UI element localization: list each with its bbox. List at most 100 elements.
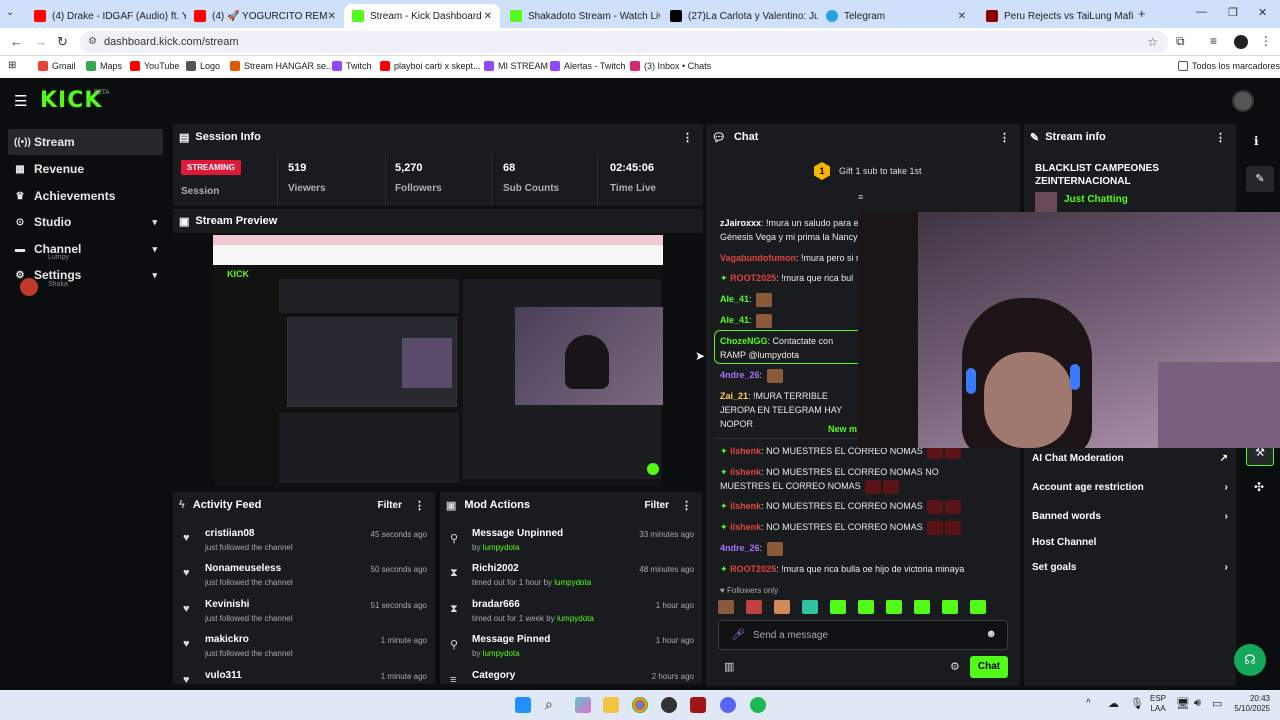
- emoji-icon[interactable]: ☻: [985, 628, 997, 640]
- mod-action-name[interactable]: Richi2002: [472, 563, 519, 574]
- chat-settings-icon[interactable]: ⚙: [950, 660, 960, 673]
- pinned-collapse-icon[interactable]: ≡: [858, 192, 863, 202]
- gift-sub-banner[interactable]: 1 Gift 1 sub to take 1st: [706, 154, 1020, 188]
- battery-icon[interactable]: ▭: [1212, 697, 1222, 710]
- emote-icon[interactable]: [746, 600, 762, 614]
- activity-username[interactable]: Nonameuseless: [205, 563, 281, 574]
- back-icon[interactable]: ←: [10, 34, 23, 49]
- app-icon[interactable]: [690, 697, 706, 713]
- site-info-icon[interactable]: ⚙: [88, 31, 97, 53]
- menu-item-ai-chat-moderation[interactable]: AI Chat Moderation ↗: [1032, 453, 1228, 464]
- activity-username[interactable]: makickro: [205, 634, 249, 645]
- nav-item-revenue[interactable]: ▦ Revenue: [8, 156, 163, 182]
- more-options-icon[interactable]: ⋮: [414, 499, 425, 512]
- copilot-icon[interactable]: [575, 697, 591, 713]
- apps-icon[interactable]: ✣: [1254, 480, 1264, 494]
- mod-action-name[interactable]: bradar666: [472, 599, 520, 610]
- nav-item-channel[interactable]: ▬ Channel ▾: [8, 236, 163, 262]
- new-tab-icon[interactable]: +: [1138, 6, 1146, 21]
- menu-icon[interactable]: ⋮: [1260, 34, 1272, 48]
- mod-user-link[interactable]: lumpydota: [483, 649, 520, 658]
- bookmark-mi-stream[interactable]: MI STREAM: [484, 61, 548, 71]
- browser-tab-5[interactable]: (27)La Carlota y Valentino: Jun✕: [662, 4, 818, 28]
- chat-username[interactable]: ilshenk: [730, 522, 761, 532]
- stream-video[interactable]: KICK: [213, 235, 663, 487]
- mod-filter-button[interactable]: Filter: [645, 500, 669, 511]
- bookmark-stream-hangar[interactable]: Stream HANGAR se...: [230, 61, 334, 71]
- menu-item-host-channel[interactable]: Host Channel: [1032, 537, 1228, 548]
- close-tab-icon[interactable]: ✕: [327, 11, 335, 22]
- activity-filter-button[interactable]: Filter: [378, 500, 402, 511]
- close-tab-icon[interactable]: ✕: [958, 11, 966, 22]
- bookmark-playboi[interactable]: playboi carti x skept...: [380, 61, 481, 71]
- info-icon[interactable]: ℹ: [1254, 134, 1259, 148]
- nav-item-stream[interactable]: ((•)) Stream: [8, 129, 163, 155]
- mod-user-link[interactable]: lumpydota: [554, 578, 591, 587]
- emote-icon[interactable]: [914, 600, 930, 614]
- emote-icon[interactable]: [774, 600, 790, 614]
- restore-icon[interactable]: ❐: [1228, 6, 1238, 19]
- more-options-icon[interactable]: ⋮: [681, 499, 692, 512]
- chat-username[interactable]: ilshenk: [730, 501, 761, 511]
- emote-icon[interactable]: [802, 600, 818, 614]
- volume-icon[interactable]: 🔊︎: [1194, 697, 1201, 710]
- apps-grid-icon[interactable]: ⊞: [8, 60, 16, 71]
- language-indicator[interactable]: ESP LAA: [1150, 694, 1166, 714]
- emote-icon[interactable]: [858, 600, 874, 614]
- spotify-icon[interactable]: [750, 697, 766, 713]
- more-options-icon[interactable]: ⋮: [682, 131, 693, 144]
- bookmark-star-icon[interactable]: ☆: [1147, 31, 1158, 53]
- menu-item-account-age[interactable]: Account age restriction ›: [1032, 482, 1228, 493]
- profile-avatar[interactable]: [1234, 35, 1248, 49]
- all-bookmarks[interactable]: Todos los marcadores: [1178, 61, 1280, 71]
- activity-username[interactable]: cristiian08: [205, 528, 254, 539]
- support-chat-icon[interactable]: ☊: [1234, 644, 1266, 676]
- chat-username[interactable]: ROOT2025: [730, 564, 776, 574]
- browser-tab-3[interactable]: Stream - Kick Dashboard ✕: [344, 4, 500, 28]
- emote-icon[interactable]: [970, 600, 986, 614]
- menu-item-set-goals[interactable]: Set goals ›: [1032, 562, 1228, 573]
- store-icon[interactable]: ▥: [724, 660, 734, 673]
- emote-icon[interactable]: [718, 600, 734, 614]
- browser-tab-2[interactable]: (4) 🚀 YOGURCITO REM ✕: [186, 4, 342, 28]
- bookmark-maps[interactable]: Maps: [86, 61, 122, 71]
- network-icon[interactable]: 🖥︎: [1176, 697, 1190, 710]
- emote-icon[interactable]: [942, 600, 958, 614]
- browser-tab-6[interactable]: Telegram ✕: [818, 4, 974, 28]
- bookmark-alertas[interactable]: Alertas - Twitch: [550, 61, 625, 71]
- emote-icon[interactable]: [830, 600, 846, 614]
- obs-icon[interactable]: [661, 697, 677, 713]
- chat-username[interactable]: ROOT2025: [730, 273, 776, 283]
- chat-input[interactable]: 🎤︎ Send a message ☻: [718, 620, 1008, 650]
- chat-username[interactable]: zJairoxxx: [720, 218, 761, 228]
- chat-username[interactable]: Zai_21: [720, 391, 748, 401]
- category-link[interactable]: Just Chatting: [1064, 194, 1128, 205]
- file-explorer-icon[interactable]: [603, 697, 619, 713]
- chat-username[interactable]: ChozeNGG: [720, 336, 768, 346]
- menu-item-banned-words[interactable]: Banned words ›: [1032, 511, 1228, 522]
- emote-icon[interactable]: [886, 600, 902, 614]
- minimize-icon[interactable]: —: [1196, 6, 1207, 18]
- media-icon[interactable]: ≡: [1210, 34, 1217, 48]
- windows-start-icon[interactable]: [515, 697, 531, 713]
- chat-username[interactable]: Vagabundofumon: [720, 253, 796, 263]
- chat-send-button[interactable]: Chat: [970, 656, 1008, 678]
- bookmark-gmail[interactable]: Gmail: [38, 61, 76, 71]
- more-options-icon[interactable]: ⋮: [999, 131, 1010, 144]
- forward-icon[interactable]: →: [34, 34, 47, 49]
- chat-username[interactable]: Ale_41: [720, 315, 749, 325]
- new-messages-indicator[interactable]: New m: [828, 424, 857, 434]
- chrome-icon[interactable]: [632, 697, 648, 713]
- bookmark-inbox[interactable]: (3) Inbox • Chats: [630, 61, 711, 71]
- close-window-icon[interactable]: ✕: [1258, 6, 1267, 19]
- tab-list-icon[interactable]: ⌄: [6, 7, 14, 18]
- edit-icon[interactable]: ✎: [1246, 166, 1274, 192]
- more-options-icon[interactable]: ⋮: [1215, 131, 1226, 144]
- chat-username[interactable]: Ale_41: [720, 294, 749, 304]
- mod-user-link[interactable]: lumpydota: [557, 614, 594, 623]
- bookmark-youtube[interactable]: YouTube: [130, 61, 179, 71]
- activity-username[interactable]: vulo311: [205, 670, 242, 681]
- browser-tab-4[interactable]: Shakadoto Stream - Watch Live✕: [502, 4, 660, 28]
- nav-item-studio[interactable]: ⊙ Studio ▾: [8, 209, 163, 235]
- extensions-icon[interactable]: ⧉: [1176, 34, 1185, 49]
